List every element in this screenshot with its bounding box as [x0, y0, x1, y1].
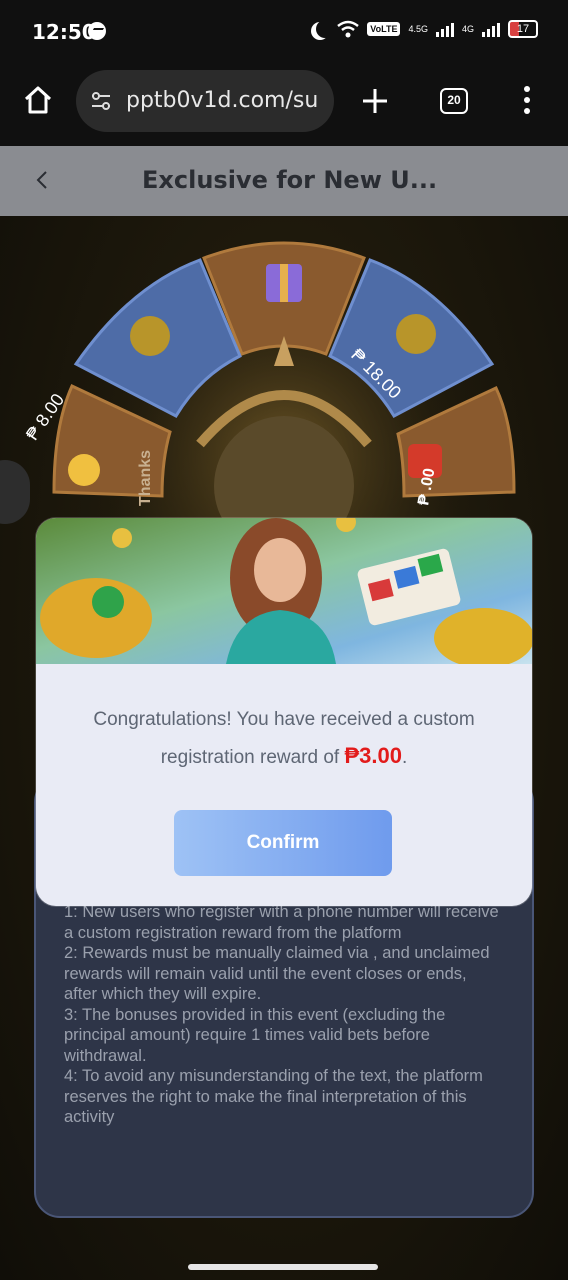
home-icon[interactable] [22, 84, 54, 116]
back-icon[interactable] [34, 170, 50, 190]
status-icons: VoLTE 4.5G 4G 17 [311, 20, 538, 38]
url-text[interactable]: pptb0v1d.com/su [126, 88, 326, 113]
sim1-network-label: 4.5G [408, 23, 428, 34]
signal-icon [435, 21, 454, 37]
page-title: Exclusive for New U... [142, 166, 438, 194]
wifi-icon [337, 20, 360, 38]
reward-message: Congratulations! You have received a cus… [66, 702, 502, 776]
address-bar[interactable]: pptb0v1d.com/su [76, 70, 334, 132]
reward-amount: ₱3.00 [344, 743, 402, 768]
gold-coins-icon-2 [396, 314, 436, 354]
volte-badge: VoLTE [367, 22, 401, 36]
site-settings-icon[interactable] [90, 92, 112, 110]
coin-icon [112, 528, 132, 548]
gold-coins-icon [130, 316, 170, 356]
rule-2: 2: Rewards must be manually claimed via … [64, 944, 490, 1003]
promo-banner-image [36, 518, 532, 664]
more-menu-icon[interactable] [524, 86, 532, 116]
status-bar: 12:50 VoLTE 4.5G 4G 17 [0, 0, 568, 64]
browser-toolbar: pptb0v1d.com/su 20 [0, 64, 568, 146]
reward-message-text: Congratulations! You have received a cus… [93, 709, 475, 768]
signal-icon-2 [482, 21, 500, 37]
status-time: 12:50 [32, 20, 96, 44]
moon-icon [316, 20, 334, 38]
character-face [254, 538, 306, 602]
battery-indicator: 17 [508, 20, 538, 38]
gold-treasure-left [40, 578, 152, 658]
tab-switcher-button[interactable]: 20 [440, 88, 468, 114]
gesture-nav-handle[interactable] [188, 1264, 378, 1270]
emoji-icon [68, 454, 100, 486]
reward-message-period: . [401, 747, 408, 768]
rules-text: 1: New users who register with a phone n… [64, 902, 504, 1128]
reward-modal: Congratulations! You have received a cus… [36, 518, 532, 906]
rule-4: 4: To avoid any misunderstanding of the … [64, 1067, 483, 1126]
messenger-icon [88, 22, 106, 40]
wheel-label-thanks: Thanks [137, 450, 154, 506]
page-header: Exclusive for New U... [0, 146, 568, 216]
new-tab-icon[interactable] [362, 88, 388, 114]
rule-3: 3: The bonuses provided in this event (e… [64, 1005, 446, 1065]
rule-1: 1: New users who register with a phone n… [64, 903, 499, 942]
sim2-network-label: 4G [461, 23, 474, 34]
confirm-button[interactable]: Confirm [174, 810, 392, 876]
